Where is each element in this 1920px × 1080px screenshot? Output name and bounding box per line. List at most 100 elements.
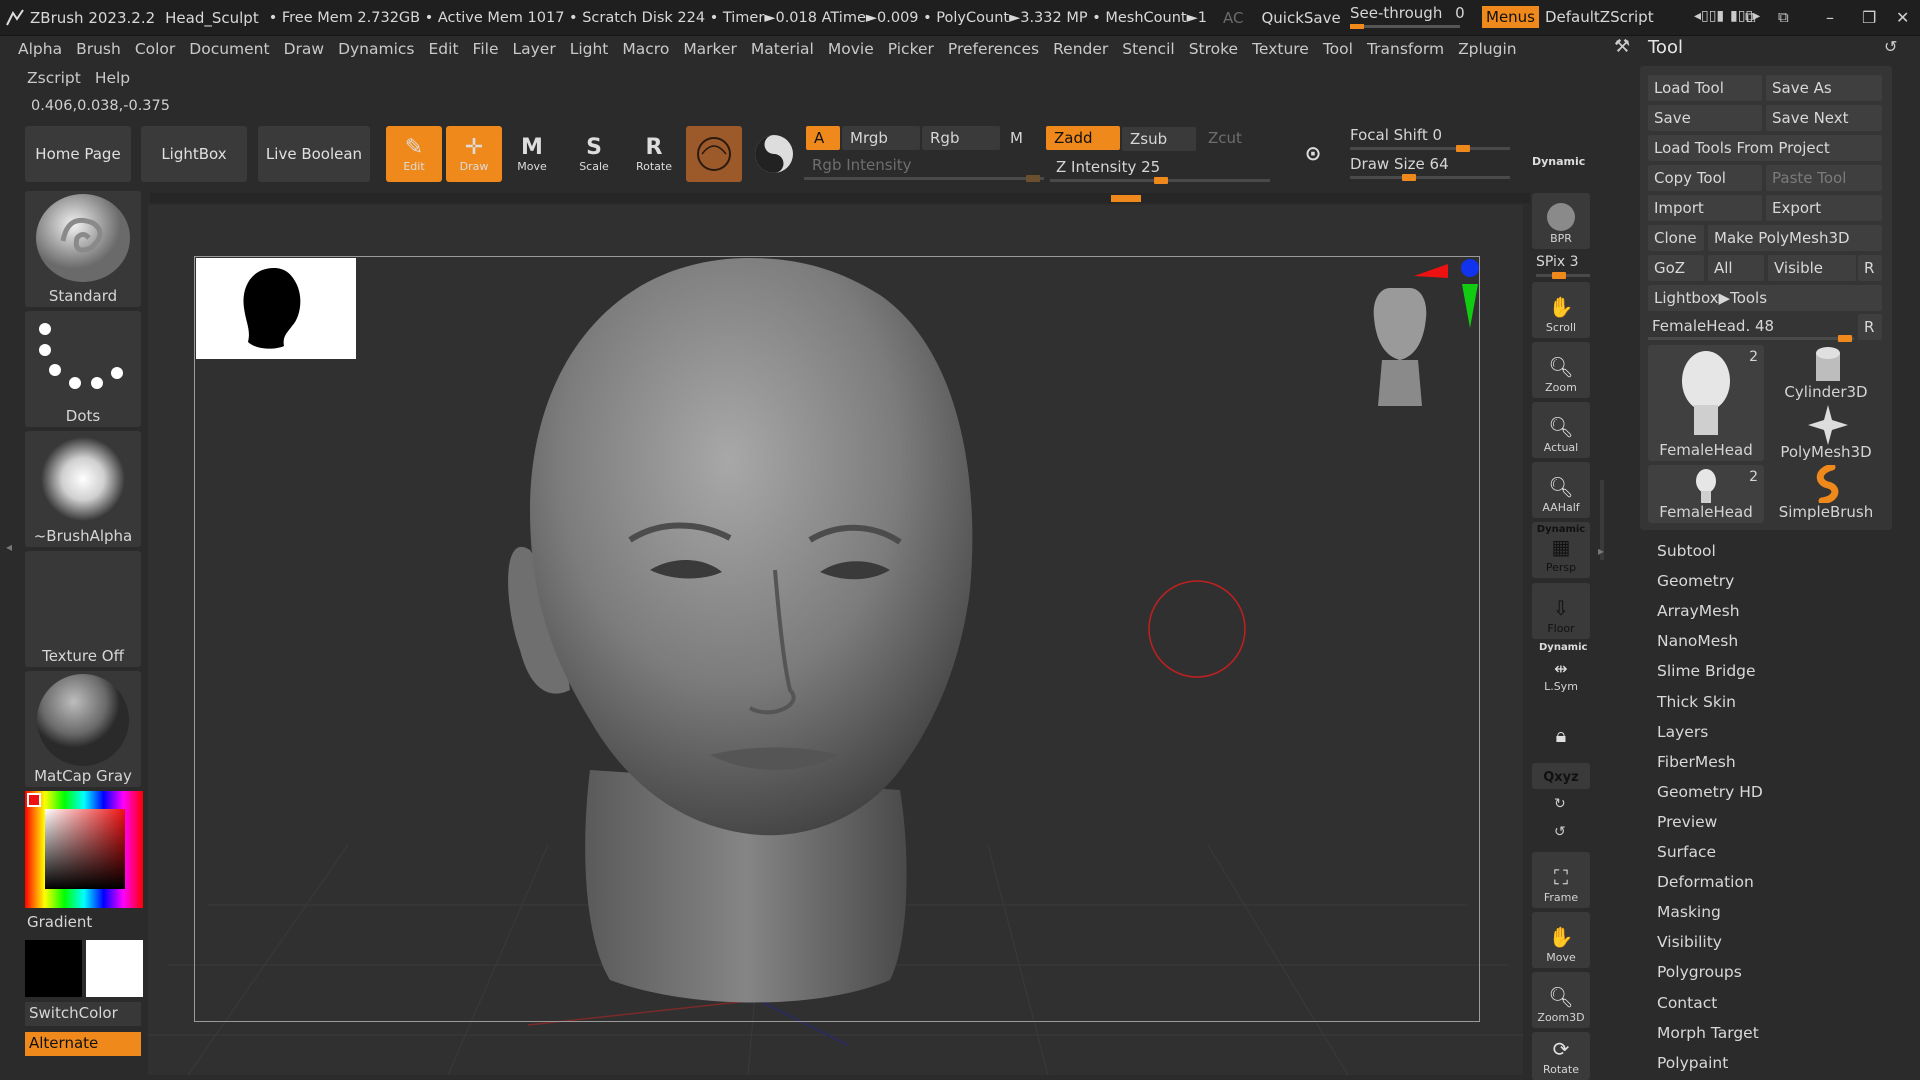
menu-stroke[interactable]: Stroke [1189,40,1238,58]
zsub-toggle[interactable]: Zsub [1122,127,1196,151]
lightbox-tools-button[interactable]: Lightbox▶Tools [1648,285,1882,311]
menu-movie[interactable]: Movie [828,40,874,58]
mrgb-toggle[interactable]: Mrgb [842,126,920,150]
submenu-visibility[interactable]: Visibility [1657,933,1722,951]
rgb-intensity-slider[interactable] [804,175,1044,182]
submenu-nanomesh[interactable]: NanoMesh [1657,632,1738,650]
make-polymesh3d-button[interactable]: Make PolyMesh3D [1708,225,1882,251]
tool-thumb-cylinder3d[interactable]: Cylinder3D [1768,345,1884,403]
menu-brush[interactable]: Brush [76,40,121,58]
current-tool-knob[interactable] [1838,335,1852,342]
current-tool-r-button[interactable]: R [1858,314,1882,340]
menu-preferences[interactable]: Preferences [948,40,1039,58]
axis-gizmo[interactable] [1360,256,1480,416]
import-button[interactable]: Import [1648,195,1762,221]
see-through-knob[interactable] [1350,24,1364,29]
actual-button[interactable]: 🔍︎ Actual [1532,402,1590,458]
right-tray-toggle-icon[interactable]: ▸ [1598,544,1604,558]
zadd-toggle[interactable]: Zadd [1046,126,1120,150]
goz-r-button[interactable]: R [1858,255,1882,281]
rotate-button[interactable]: R Rotate [626,126,682,182]
submenu-surface[interactable]: Surface [1657,843,1716,861]
export-button[interactable]: Export [1766,195,1882,221]
submenu-slime-bridge[interactable]: Slime Bridge [1657,662,1756,680]
a-toggle[interactable]: A [806,126,840,150]
menu-transform[interactable]: Transform [1367,40,1444,58]
material-slot[interactable]: MatCap Gray [25,671,141,787]
live-boolean-button[interactable]: Live Boolean [258,126,370,182]
menu-tool[interactable]: Tool [1323,40,1353,58]
draw-button[interactable]: ✛ Draw [446,126,502,182]
rotate-view-button[interactable]: ⟳ Rotate [1532,1032,1590,1080]
dynamic-toggle[interactable]: Dynamic [1532,155,1585,168]
rotate-z-icon[interactable]: ↺ [1554,824,1566,840]
menu-texture[interactable]: Texture [1252,40,1309,58]
move-view-button[interactable]: ✋ Move [1532,912,1590,968]
z-intensity-control[interactable]: Z Intensity 25 [1056,158,1160,176]
z-intensity-knob[interactable] [1154,177,1168,184]
toolbar-scroll-thumb[interactable] [1111,195,1141,202]
zcut-toggle[interactable]: Zcut [1200,126,1274,150]
menu-picker[interactable]: Picker [888,40,934,58]
menu-material[interactable]: Material [751,40,814,58]
gradient-label[interactable]: Gradient [27,913,92,931]
menu-light[interactable]: Light [570,40,609,58]
rgb-intensity-knob[interactable] [1026,175,1040,182]
brush-slot[interactable]: Standard [25,191,141,307]
spix-slider[interactable] [1536,272,1590,279]
draw-size-control[interactable]: Draw Size 64 [1350,155,1449,173]
left-tray-toggle-icon[interactable]: ◂ [6,540,12,554]
menu-file[interactable]: File [473,40,499,58]
menu-zscript[interactable]: Zscript [27,69,81,87]
scroll-button[interactable]: ✋ Scroll [1532,282,1590,338]
main-color-swatch[interactable] [25,940,82,997]
menu-layer[interactable]: Layer [512,40,555,58]
focal-shift-slider[interactable] [1350,145,1510,152]
interface-icon[interactable]: ⧉ [1745,8,1756,26]
menu-document[interactable]: Document [189,40,269,58]
copy-tool-button[interactable]: Copy Tool [1648,165,1762,191]
tool-thumb-femalehead-2[interactable]: 2 FemaleHead [1648,465,1764,523]
submenu-thick-skin[interactable]: Thick Skin [1657,693,1736,711]
brush-selector-button[interactable] [746,126,802,182]
menu-render[interactable]: Render [1053,40,1108,58]
menu-macro[interactable]: Macro [622,40,669,58]
menu-marker[interactable]: Marker [683,40,737,58]
lock-button[interactable]: 🔒︎ [1532,705,1590,753]
submenu-contact[interactable]: Contact [1657,994,1717,1012]
menus-toggle[interactable]: Menus [1482,6,1539,28]
rotate-y-icon[interactable]: ↻ [1554,796,1566,812]
bpr-button[interactable]: BPR [1532,193,1590,249]
zoom3d-button[interactable]: 🔍︎ Zoom3D [1532,972,1590,1028]
menu-help[interactable]: Help [95,69,130,87]
z-intensity-slider[interactable] [1050,177,1270,184]
focal-shift-control[interactable]: Focal Shift 0 [1350,126,1442,144]
load-tools-from-project-button[interactable]: Load Tools From Project [1648,135,1882,161]
load-tool-button[interactable]: Load Tool [1648,75,1762,101]
frame-button[interactable]: ⛶ Frame [1532,852,1590,908]
layout-icon[interactable]: ⧉ [1778,8,1789,26]
palette-reset-icon[interactable]: ↺ [1884,37,1897,56]
tool-palette-header[interactable]: ⚒ Tool ↺ [1614,36,1914,64]
submenu-morph-target[interactable]: Morph Target [1657,1024,1759,1042]
submenu-preview[interactable]: Preview [1657,813,1717,831]
draw-size-slider[interactable] [1350,174,1510,181]
draw-size-knob[interactable] [1402,174,1416,181]
tool-thumb-femalehead[interactable]: 2 FemaleHead [1648,345,1764,461]
aahalf-button[interactable]: 🔍︎ AAHalf [1532,462,1590,518]
persp-button[interactable]: Dynamic ▦ Persp [1532,522,1590,578]
color-picker-field[interactable] [45,809,125,889]
alpha-slot[interactable]: ~BrushAlpha [25,431,141,547]
m-toggle[interactable]: M [1002,126,1042,150]
palette-layout-icon[interactable]: ◂▯▯▮ [1694,8,1724,24]
restore-icon[interactable]: ❐ [1862,8,1876,27]
submenu-polygroups[interactable]: Polygroups [1657,963,1742,981]
goz-button[interactable]: GoZ [1648,255,1704,281]
xyz-button[interactable]: Qxyz [1532,763,1590,789]
lsym-button[interactable]: ⇹ L.Sym [1532,655,1590,697]
switch-color-button[interactable]: SwitchColor [25,1002,141,1026]
current-tool-slider[interactable]: FemaleHead. 48 [1648,314,1854,342]
see-through-slider[interactable]: See-through 0 [1350,4,1465,29]
submenu-arraymesh[interactable]: ArrayMesh [1657,602,1740,620]
close-icon[interactable]: ✕ [1896,8,1909,27]
